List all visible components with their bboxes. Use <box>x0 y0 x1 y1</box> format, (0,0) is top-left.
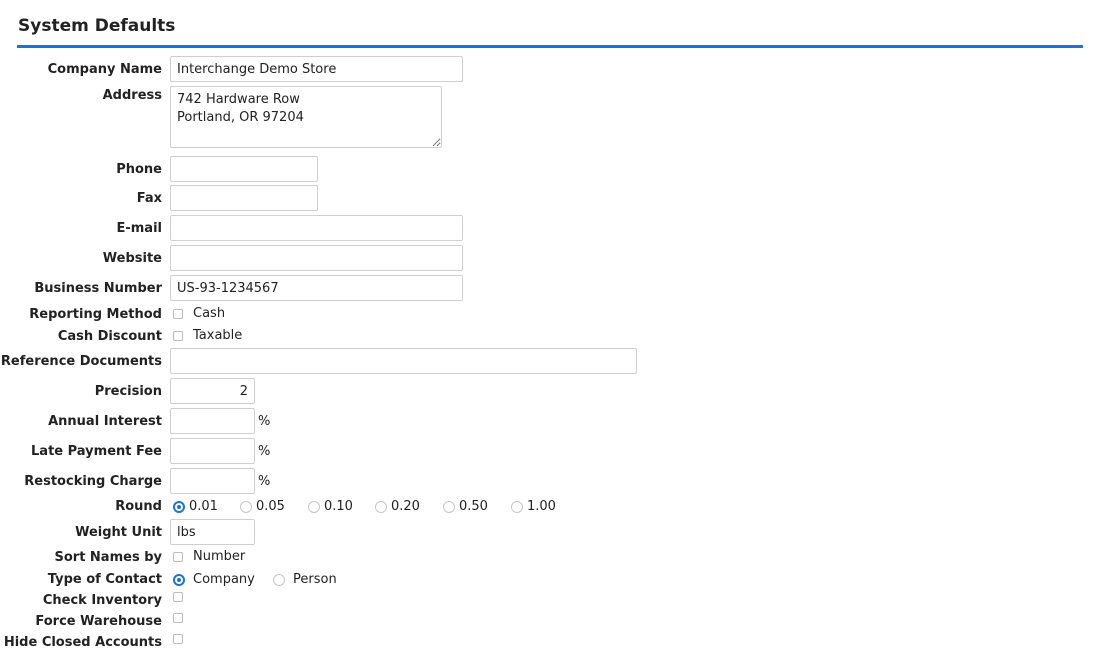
address-textarea[interactable]: 742 Hardware Row Portland, OR 97204 <box>170 86 442 148</box>
contact-option-label: Person <box>293 572 337 587</box>
reporting-method-option[interactable]: Cash <box>173 306 225 321</box>
website-label: Website <box>102 251 162 266</box>
round-option-label: 0.20 <box>391 499 420 514</box>
contact-radio-person[interactable] <box>273 573 285 586</box>
weight-unit-input[interactable] <box>170 519 255 545</box>
round-option-0-10[interactable]: 0.10 <box>308 499 353 514</box>
restocking-charge-input[interactable] <box>170 468 255 494</box>
reporting-method-option-label: Cash <box>193 306 226 321</box>
sort-names-by-checkbox[interactable] <box>173 551 183 562</box>
company-name-label: Company Name <box>47 62 162 77</box>
business-number-label: Business Number <box>34 281 162 296</box>
force-warehouse-checkbox[interactable] <box>173 613 183 623</box>
restocking-charge-unit: % <box>258 474 271 489</box>
contact-option-label: Company <box>193 572 255 587</box>
round-option-label: 0.10 <box>324 499 353 514</box>
website-input[interactable] <box>170 245 463 271</box>
company-name-input[interactable] <box>170 56 463 82</box>
round-radio-0-50[interactable] <box>443 500 455 513</box>
contact-option-company[interactable]: Company <box>173 572 255 587</box>
sort-names-by-label: Sort Names by <box>54 550 162 565</box>
round-option-label: 0.05 <box>256 499 285 514</box>
annual-interest-unit: % <box>258 414 271 429</box>
precision-input[interactable] <box>170 378 255 404</box>
cash-discount-label: Cash Discount <box>57 329 162 344</box>
round-option-label: 0.01 <box>189 499 218 514</box>
round-radio-0-20[interactable] <box>375 500 387 513</box>
force-warehouse-label: Force Warehouse <box>35 614 162 629</box>
weight-unit-label: Weight Unit <box>75 525 162 540</box>
round-radio-0-01[interactable] <box>173 500 185 513</box>
annual-interest-input[interactable] <box>170 408 255 434</box>
round-radio-0-05[interactable] <box>240 500 252 513</box>
email-label: E-mail <box>116 221 162 236</box>
annual-interest-label: Annual Interest <box>48 414 162 429</box>
round-radio-0-10[interactable] <box>308 500 320 513</box>
contact-radio-company[interactable] <box>173 573 185 586</box>
cash-discount-option-label: Taxable <box>193 328 243 343</box>
round-label: Round <box>115 499 162 514</box>
hide-closed-accounts-checkbox[interactable] <box>173 634 183 644</box>
title-divider <box>17 45 1083 48</box>
precision-label: Precision <box>94 384 162 399</box>
business-number-input[interactable] <box>170 275 463 301</box>
late-payment-fee-unit: % <box>258 444 271 459</box>
late-payment-fee-label: Late Payment Fee <box>31 444 162 459</box>
round-option-1-00[interactable]: 1.00 <box>511 499 556 514</box>
hide-closed-accounts-label: Hide Closed Accounts <box>3 635 162 650</box>
round-option-label: 1.00 <box>527 499 556 514</box>
cash-discount-checkbox[interactable] <box>173 330 183 341</box>
check-inventory-checkbox[interactable] <box>173 592 183 602</box>
reporting-method-label: Reporting Method <box>29 307 162 322</box>
round-option-label: 0.50 <box>459 499 488 514</box>
hide-closed-accounts-option[interactable] <box>173 634 183 644</box>
reference-documents-input[interactable] <box>170 348 637 374</box>
sort-names-by-option-label: Number <box>193 549 246 564</box>
contact-option-person[interactable]: Person <box>273 572 337 587</box>
phone-label: Phone <box>116 162 162 177</box>
page-title: System Defaults <box>18 16 176 36</box>
round-option-0-50[interactable]: 0.50 <box>443 499 488 514</box>
check-inventory-option[interactable] <box>173 592 183 602</box>
fax-input[interactable] <box>170 185 318 211</box>
late-payment-fee-input[interactable] <box>170 438 255 464</box>
type-of-contact-label: Type of Contact <box>47 572 162 587</box>
email-input[interactable] <box>170 215 463 241</box>
restocking-charge-label: Restocking Charge <box>24 474 162 489</box>
round-radio-1-00[interactable] <box>511 500 523 513</box>
cash-discount-option[interactable]: Taxable <box>173 328 242 343</box>
round-option-0-20[interactable]: 0.20 <box>375 499 420 514</box>
phone-input[interactable] <box>170 156 318 182</box>
reporting-method-checkbox[interactable] <box>173 308 183 319</box>
check-inventory-label: Check Inventory <box>42 593 162 608</box>
fax-label: Fax <box>136 191 162 206</box>
round-option-0-05[interactable]: 0.05 <box>240 499 285 514</box>
round-option-0-01[interactable]: 0.01 <box>173 499 218 514</box>
address-label: Address <box>102 88 162 103</box>
sort-names-by-option[interactable]: Number <box>173 549 245 564</box>
force-warehouse-option[interactable] <box>173 613 183 623</box>
reference-documents-label: Reference Documents <box>0 354 162 369</box>
